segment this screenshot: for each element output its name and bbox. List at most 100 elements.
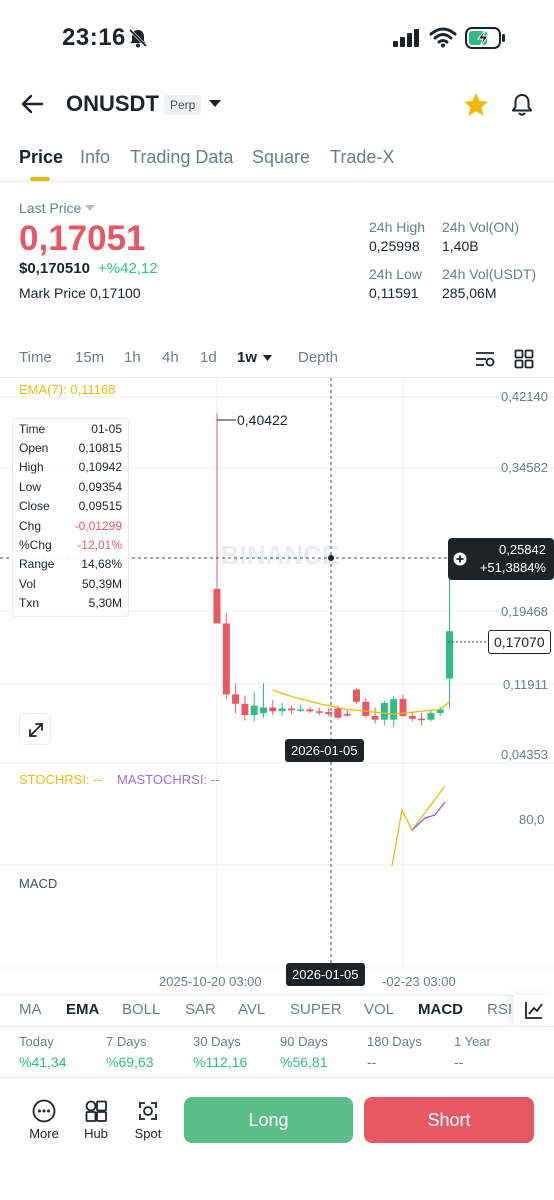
perf-value: %41,34 xyxy=(19,1054,67,1070)
candle-body xyxy=(269,707,277,712)
more-button[interactable]: More xyxy=(22,1097,66,1145)
spot-button[interactable]: Spot xyxy=(128,1097,168,1145)
info-key: Time xyxy=(19,421,46,436)
interval-1w[interactable]: 1w xyxy=(237,349,257,366)
watermark: BINANCE xyxy=(221,540,339,570)
star-icon[interactable] xyxy=(463,92,489,117)
perf-label: 1 Year xyxy=(454,1034,491,1049)
symbol-title[interactable]: ONUSDT xyxy=(66,91,159,117)
y-axis-label: 0,04353 xyxy=(501,747,548,762)
indicator-avl[interactable]: AVL xyxy=(238,1001,265,1018)
info-key: Chg xyxy=(19,518,42,533)
info-row: Time 01-05 xyxy=(13,419,128,438)
divider xyxy=(0,181,554,182)
vol-usdt-value: 285,06M xyxy=(442,285,497,301)
candle-body xyxy=(334,708,342,718)
back-arrow-icon[interactable] xyxy=(20,93,44,115)
tab-info[interactable]: Info xyxy=(80,147,110,168)
candle-body xyxy=(287,708,295,711)
y-axis-label: 0,34582 xyxy=(501,460,548,475)
plus-circle-icon[interactable] xyxy=(453,552,467,566)
tab-price[interactable]: Price xyxy=(19,147,63,168)
alert-bell-icon[interactable] xyxy=(510,92,534,118)
stochrsi-level: 80,0 xyxy=(519,812,545,827)
indicator-macd[interactable]: MACD xyxy=(418,1001,463,1018)
macd-label: MACD xyxy=(19,876,58,891)
divider xyxy=(0,995,554,996)
perf-value: -- xyxy=(367,1054,377,1070)
info-row: Vol 50,39M xyxy=(13,574,128,593)
short-button[interactable]: Short xyxy=(364,1097,534,1143)
candle-body xyxy=(297,709,305,711)
ohlc-info-box: Time 01-05 Open 0,10815 High 0,10942 Low 0,0935… xyxy=(12,418,129,617)
candle-body xyxy=(390,699,398,720)
crosshair-date-tag: 2026-01-05 xyxy=(285,739,364,762)
candle-body xyxy=(325,712,333,715)
candle-body xyxy=(371,715,379,720)
indicator-ma[interactable]: MA xyxy=(19,1001,42,1018)
caret-down-icon[interactable] xyxy=(262,354,273,362)
vol-on-label: 24h Vol(ON) xyxy=(442,219,520,235)
info-value: 01-05 xyxy=(91,421,122,436)
long-button[interactable]: Long xyxy=(184,1097,353,1143)
candle-body xyxy=(278,708,286,712)
stochrsi-line xyxy=(391,785,446,867)
candle-body xyxy=(232,694,240,704)
caret-down-icon[interactable] xyxy=(84,204,96,212)
candle-body xyxy=(343,714,351,716)
x-axis-label-right: -02-23 03:00 xyxy=(382,974,456,989)
vol-usdt-label: 24h Vol(USDT) xyxy=(442,266,537,282)
last-price-label[interactable]: Last Price xyxy=(19,200,81,216)
crosshair-price-tag: 0,25842 +51,3884% xyxy=(448,538,554,580)
perf-label: 180 Days xyxy=(367,1034,422,1049)
tab-trade-x[interactable]: Trade-X xyxy=(330,147,394,168)
info-key: Range xyxy=(19,557,55,572)
tab-square[interactable]: Square xyxy=(252,147,310,168)
interval-time[interactable]: Time xyxy=(19,349,52,366)
more-dots-icon xyxy=(32,1099,56,1123)
info-key: %Chg xyxy=(19,538,52,553)
interval-depth[interactable]: Depth xyxy=(298,349,338,366)
indicator-super[interactable]: SUPER xyxy=(290,1001,342,1018)
more-label: More xyxy=(29,1126,59,1141)
indicator-vol[interactable]: VOL xyxy=(364,1001,394,1018)
spot-label: Spot xyxy=(134,1126,162,1141)
candle-body xyxy=(260,707,267,714)
fullscreen-button[interactable] xyxy=(19,713,51,745)
chart-edit-icon xyxy=(525,1002,543,1019)
interval-1d[interactable]: 1d xyxy=(200,349,217,366)
info-value: 0,09515 xyxy=(78,499,122,514)
info-value: 0,10815 xyxy=(78,441,122,456)
indicator-rsi[interactable]: RSI xyxy=(487,1001,512,1018)
interval-4h[interactable]: 4h xyxy=(162,349,179,366)
info-row: High 0,10942 xyxy=(13,458,128,477)
indicator-sar[interactable]: SAR xyxy=(185,1001,216,1018)
layout-grid-icon[interactable] xyxy=(514,349,534,369)
tab-trading-data[interactable]: Trading Data xyxy=(130,147,233,168)
interval-1h[interactable]: 1h xyxy=(124,349,141,366)
usd-price: $0,170510 xyxy=(19,260,90,277)
indicator-boll[interactable]: BOLL xyxy=(122,1001,160,1018)
perf-value: %112,16 xyxy=(193,1054,248,1070)
perf-label: Today xyxy=(19,1034,54,1049)
perp-badge: Perp xyxy=(164,95,202,115)
signal-icon xyxy=(393,29,419,47)
caret-down-icon[interactable] xyxy=(208,99,222,109)
ema-label: EMA(7): 0,11168 xyxy=(19,382,116,397)
high-marker-label: 0,40422 xyxy=(237,412,288,428)
interval-15m[interactable]: 15m xyxy=(75,349,104,366)
info-key: High xyxy=(19,460,44,475)
hub-button[interactable]: Hub xyxy=(76,1097,116,1145)
status-time: 23:16 xyxy=(62,24,126,51)
divider xyxy=(0,1077,554,1078)
info-value: 14,68% xyxy=(81,557,122,572)
info-value: -0,01299 xyxy=(74,518,122,533)
indicator-ema[interactable]: EMA xyxy=(66,1001,99,1018)
candle-body xyxy=(306,709,314,712)
info-row: Txn 5,30M xyxy=(13,594,128,613)
chart-settings-icon[interactable] xyxy=(474,349,496,369)
indicator-settings-button[interactable] xyxy=(514,995,554,1025)
perf-value: -- xyxy=(454,1054,464,1070)
stochrsi-label: STOCHRSI: -- xyxy=(19,772,102,787)
info-key: Open xyxy=(19,441,49,456)
